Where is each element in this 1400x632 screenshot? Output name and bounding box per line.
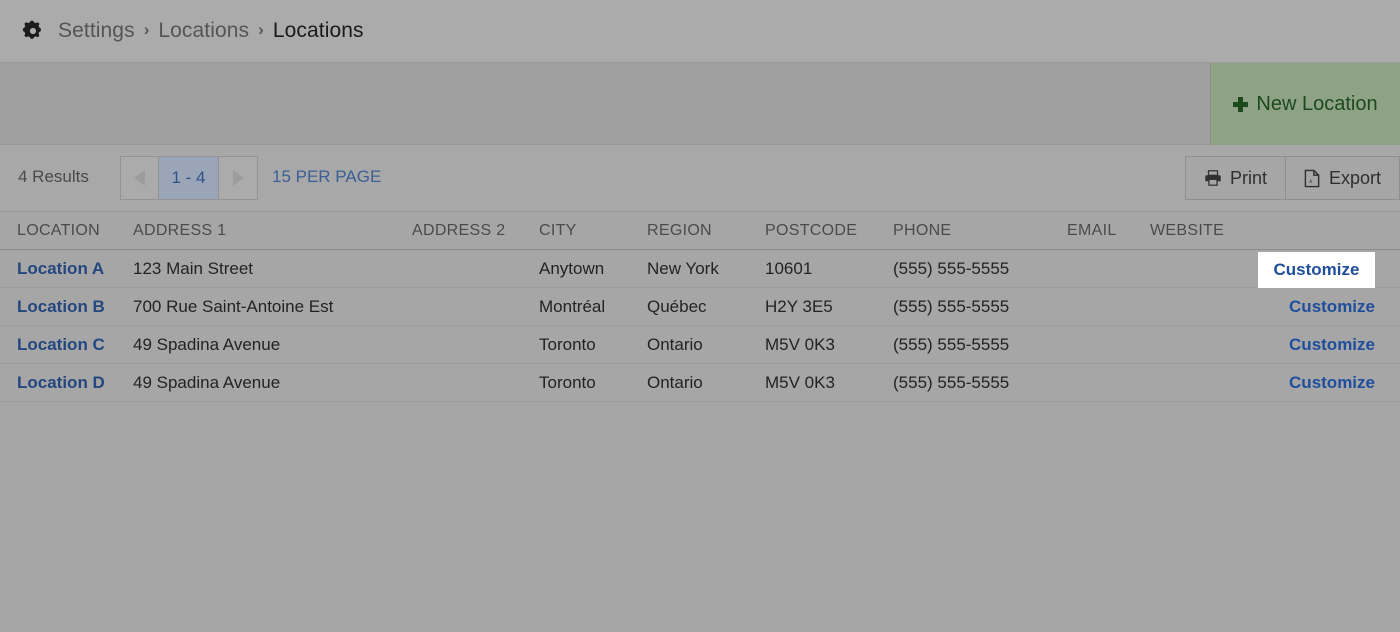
results-count: 4 Results: [18, 167, 89, 187]
export-label: Export: [1329, 168, 1381, 189]
cell-region: Ontario: [647, 373, 765, 393]
customize-link[interactable]: Customize: [1289, 373, 1375, 393]
pagination-prev-button[interactable]: [120, 156, 159, 200]
print-button[interactable]: Print: [1185, 156, 1286, 200]
cell-postcode: M5V 0K3: [765, 373, 893, 393]
column-header-address1[interactable]: ADDRESS 1: [133, 222, 412, 240]
column-header-address2[interactable]: ADDRESS 2: [412, 222, 539, 240]
table-row: Location C 49 Spadina Avenue Toronto Ont…: [0, 326, 1400, 364]
column-header-postcode[interactable]: POSTCODE: [765, 222, 893, 240]
breadcrumb: Settings › Locations › Locations: [0, 0, 1400, 63]
location-link[interactable]: Location B: [0, 297, 133, 317]
location-link[interactable]: Location A: [0, 259, 133, 279]
cell-phone: (555) 555-5555: [893, 373, 1067, 393]
column-header-phone[interactable]: PHONE: [893, 222, 1067, 240]
table-row: Location D 49 Spadina Avenue Toronto Ont…: [0, 364, 1400, 402]
per-page-selector[interactable]: 15 PER PAGE: [272, 167, 381, 187]
highlighted-customize-label[interactable]: Customize: [1274, 260, 1360, 280]
print-label: Print: [1230, 168, 1267, 189]
cell-city: Toronto: [539, 373, 647, 393]
table-row: Location B 700 Rue Saint-Antoine Est Mon…: [0, 288, 1400, 326]
column-header-location[interactable]: LOCATION: [0, 222, 133, 240]
location-link[interactable]: Location D: [0, 373, 133, 393]
row-actions: Customize: [1260, 373, 1400, 393]
table-row: Location A 123 Main Street Anytown New Y…: [0, 250, 1400, 288]
location-link[interactable]: Location C: [0, 335, 133, 355]
cell-region: Québec: [647, 297, 765, 317]
plus-icon: [1233, 97, 1248, 112]
cell-address1: 123 Main Street: [133, 259, 412, 279]
table-toolbar: 4 Results 1 - 4 15 PER PAGE Print: [0, 145, 1400, 212]
cell-phone: (555) 555-5555: [893, 259, 1067, 279]
cell-address1: 700 Rue Saint-Antoine Est: [133, 297, 412, 317]
excel-document-icon: x: [1304, 169, 1321, 188]
cell-postcode: M5V 0K3: [765, 335, 893, 355]
cell-city: Toronto: [539, 335, 647, 355]
action-bar: New Location: [0, 63, 1400, 145]
pagination: 1 - 4: [120, 156, 258, 200]
row-actions: Customize: [1260, 297, 1400, 317]
cell-city: Anytown: [539, 259, 647, 279]
row-actions: Customize: [1260, 335, 1400, 355]
chevron-right-icon: ›: [144, 20, 150, 40]
column-header-website[interactable]: WEBSITE: [1150, 222, 1260, 240]
column-header-city[interactable]: CITY: [539, 222, 647, 240]
breadcrumb-item-settings[interactable]: Settings: [58, 19, 135, 43]
cell-address1: 49 Spadina Avenue: [133, 335, 412, 355]
cell-phone: (555) 555-5555: [893, 335, 1067, 355]
customize-link[interactable]: Customize: [1289, 335, 1375, 355]
printer-icon: [1204, 169, 1222, 187]
svg-text:x: x: [1308, 176, 1313, 185]
cell-postcode: H2Y 3E5: [765, 297, 893, 317]
cell-region: Ontario: [647, 335, 765, 355]
triangle-right-icon: [233, 170, 244, 186]
new-location-label: New Location: [1256, 93, 1377, 116]
breadcrumb-item-locations[interactable]: Locations: [158, 19, 249, 43]
highlighted-customize-link[interactable]: Customize: [1258, 252, 1375, 288]
locations-table: LOCATION ADDRESS 1 ADDRESS 2 CITY REGION…: [0, 212, 1400, 402]
toolbar-actions: Print x Export: [1185, 156, 1400, 200]
cell-phone: (555) 555-5555: [893, 297, 1067, 317]
locations-settings-page: Settings › Locations › Locations New Loc…: [0, 0, 1400, 632]
pagination-next-button[interactable]: [219, 156, 258, 200]
table-header-row: LOCATION ADDRESS 1 ADDRESS 2 CITY REGION…: [0, 212, 1400, 250]
cell-city: Montréal: [539, 297, 647, 317]
pagination-range[interactable]: 1 - 4: [159, 156, 219, 200]
gear-icon[interactable]: [22, 20, 44, 42]
cell-address1: 49 Spadina Avenue: [133, 373, 412, 393]
cell-region: New York: [647, 259, 765, 279]
triangle-left-icon: [134, 170, 145, 186]
new-location-button[interactable]: New Location: [1210, 63, 1400, 145]
column-header-region[interactable]: REGION: [647, 222, 765, 240]
breadcrumb-item-current: Locations: [273, 19, 364, 43]
chevron-right-icon-2: ›: [258, 20, 264, 40]
export-button[interactable]: x Export: [1286, 156, 1400, 200]
cell-postcode: 10601: [765, 259, 893, 279]
customize-link[interactable]: Customize: [1289, 297, 1375, 317]
column-header-email[interactable]: EMAIL: [1067, 222, 1150, 240]
